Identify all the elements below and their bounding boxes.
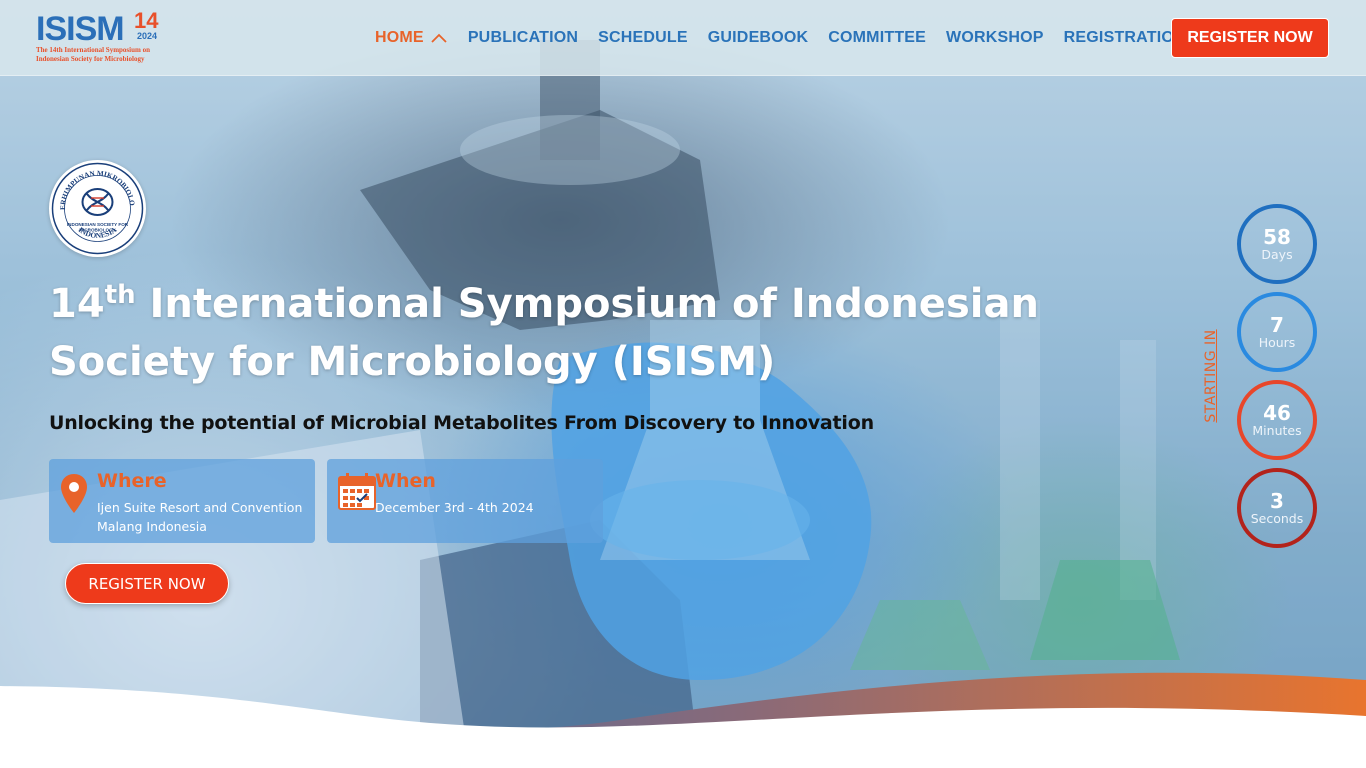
hero-register-button[interactable]: REGISTER NOW (65, 563, 229, 604)
when-title: When (375, 470, 436, 492)
where-text: Ijen Suite Resort and Convention Malang … (97, 498, 302, 536)
logo-year: 2024 (137, 31, 158, 41)
logo-tagline-line1: The 14th International Symposium on (36, 46, 150, 54)
countdown-hours-value: 7 (1270, 313, 1284, 337)
nav-item-publication[interactable]: PUBLICATION (468, 28, 578, 48)
when-card: When December 3rd - 4th 2024 (327, 459, 603, 543)
where-line-venue: Ijen Suite Resort and Convention (97, 500, 303, 515)
countdown-minutes: 46 Minutes (1237, 380, 1317, 460)
starting-in-text: STARTING IN (1203, 329, 1219, 423)
where-title: Where (97, 470, 167, 492)
logo-edition-number: 14 (134, 8, 159, 33)
hero-title-ordinal: th (104, 280, 136, 310)
bottom-wave-divider (0, 672, 1366, 768)
logo-tagline: The 14th International Symposium on Indo… (36, 46, 171, 64)
location-pin-icon (61, 474, 87, 513)
isism-logo[interactable]: ISISM 14 2024 The 14th International Sym… (36, 10, 166, 66)
nav-item-home[interactable]: HOME (375, 28, 448, 48)
nav-item-workshop[interactable]: WORKSHOP (946, 28, 1044, 48)
logo-tagline-line2: Indonesian Society for Microbiology (36, 55, 145, 63)
where-line-city: Malang Indonesia (97, 519, 207, 534)
logo-wordmark: ISISM (36, 10, 125, 48)
hero-title-text: International Symposium of Indonesian So… (49, 281, 1039, 385)
emblem-center-line1: INDONESIAN SOCIETY FOR (67, 222, 129, 227)
site-header: ISISM 14 2024 The 14th International Sym… (0, 0, 1366, 76)
when-text: December 3rd - 4th 2024 (375, 500, 534, 515)
hero-title-number: 14 (49, 281, 105, 327)
emblem-center-line2: MICROBIOLOGY (79, 228, 116, 233)
nav-item-committee[interactable]: COMMITTEE (828, 28, 926, 48)
society-emblem-graphic: PERHIMPUNAN MIKROBIOLOGI INDONESIA INDON… (46, 154, 144, 255)
nav-item-guidebook[interactable]: GUIDEBOOK (708, 28, 808, 48)
hero-title: 14th International Symposium of Indonesi… (49, 275, 1109, 391)
society-emblem: PERHIMPUNAN MIKROBIOLOGI INDONESIA INDON… (46, 154, 146, 257)
countdown-seconds-label: Seconds (1250, 511, 1304, 526)
nav-item-label: HOME (375, 29, 424, 46)
main-nav: HOME PUBLICATION SCHEDULE GUIDEBOOK COMM… (375, 28, 1186, 48)
calendar-icon (338, 473, 376, 510)
countdown-days: 58 Days (1237, 204, 1317, 284)
header-register-button[interactable]: REGISTER NOW (1171, 18, 1329, 58)
chevron-up-icon (431, 33, 447, 43)
countdown-minutes-value: 46 (1263, 401, 1291, 425)
countdown-seconds: 3 Seconds (1237, 468, 1317, 548)
starting-in-label: STARTING IN (1202, 329, 1220, 423)
countdown-days-label: Days (1261, 247, 1293, 262)
countdown-days-value: 58 (1263, 225, 1291, 249)
nav-item-schedule[interactable]: SCHEDULE (598, 28, 688, 48)
countdown-hours-label: Hours (1258, 335, 1296, 350)
nav-item-registration[interactable]: REGISTRATION (1064, 28, 1186, 48)
countdown-hours: 7 Hours (1237, 292, 1317, 372)
hero-subtitle: Unlocking the potential of Microbial Met… (49, 412, 874, 434)
countdown-minutes-label: Minutes (1252, 423, 1302, 438)
countdown-seconds-value: 3 (1270, 489, 1284, 513)
where-card: Where Ijen Suite Resort and Convention M… (49, 459, 315, 543)
